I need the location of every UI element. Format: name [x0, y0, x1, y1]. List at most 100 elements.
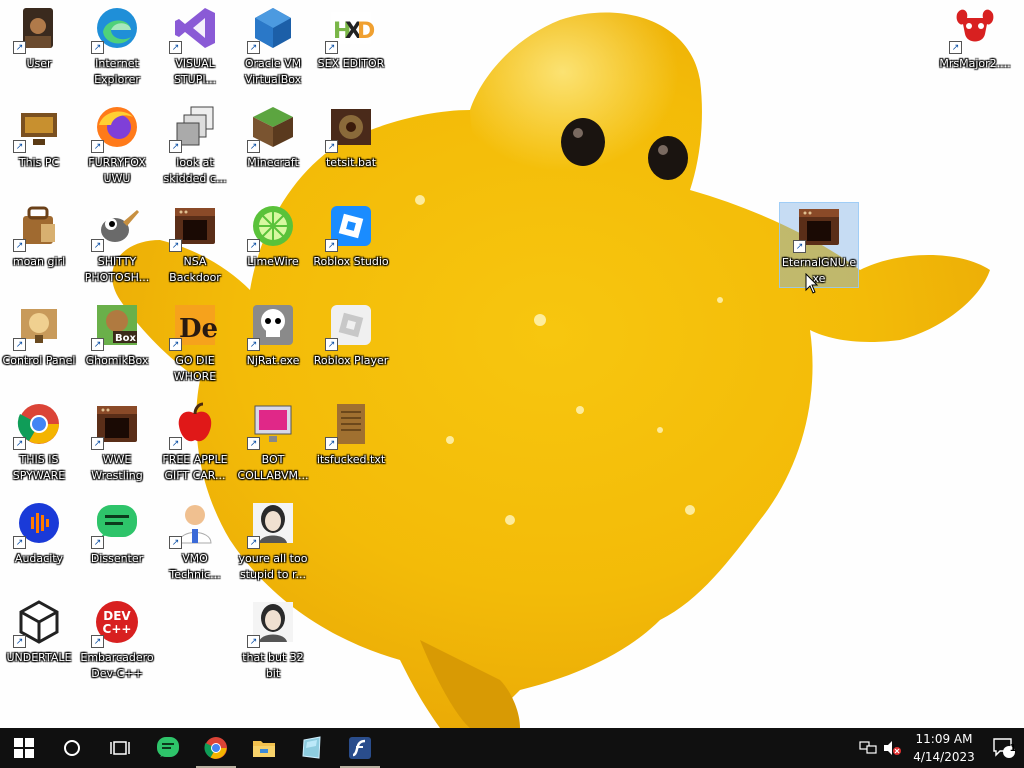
shortcut-arrow-icon: ↗ — [325, 41, 338, 54]
desktop-icon-label: Audacity — [14, 552, 64, 565]
desktop-icon[interactable]: ↗ Minecraft — [234, 103, 312, 171]
desktop-icon-label: User — [26, 57, 52, 70]
desktop-icon-label: SHITTY PHOTOSH... — [84, 255, 150, 284]
desktop-icon[interactable]: ↗ VMO Technic... — [156, 499, 234, 583]
task-view-button[interactable] — [96, 728, 144, 768]
desktop-icon[interactable]: ↗ NSA Backdoor — [156, 202, 234, 286]
desktop-icon[interactable]: ↗ FREE APPLE GIFT CAR... — [156, 400, 234, 484]
desktop-icon-label: look at skidded c... — [163, 156, 227, 185]
task-view-icon — [110, 741, 130, 755]
desktop-icon[interactable]: ↗ Dissenter — [78, 499, 156, 567]
system-tray: 11:09 AM 4/14/2023 1 — [856, 728, 1024, 768]
desktop-icon-label: MrsMajor2.... — [939, 57, 1011, 70]
desktop-icon[interactable]: ↗ UNDERTALE — [0, 598, 78, 666]
clock-date: 4/14/2023 — [913, 750, 975, 764]
gimp-icon: ↗ — [91, 202, 141, 252]
clock[interactable]: 11:09 AM 4/14/2023 — [904, 730, 984, 766]
desktop-icon-label: tetsit.bat — [325, 156, 377, 169]
user-folder-icon: ↗ — [13, 4, 63, 54]
portrait-icon: ↗ — [247, 598, 297, 648]
desktop-icon[interactable]: H X D ↗ SEX EDITOR — [312, 4, 390, 72]
desktop-icon[interactable]: ↗ Roblox Player — [312, 301, 390, 369]
taskbar-dissenter[interactable] — [144, 728, 192, 768]
audacity-icon: ↗ — [13, 499, 63, 549]
desktop-icon[interactable]: ↗ youre all too stupid to r... — [234, 499, 312, 583]
desktop-icon[interactable]: ↗ Oracle VM VirtualBox — [234, 4, 312, 88]
desktop-icon-label: youre all too stupid to r... — [238, 552, 308, 581]
shortcut-arrow-icon: ↗ — [247, 338, 260, 351]
start-button[interactable] — [0, 728, 48, 768]
desktop-icon[interactable]: ↗ moan girl — [0, 202, 78, 270]
desktop[interactable]: ↗ User ↗ Internet Explorer ↗ VISUAL STUPI... ↗… — [0, 0, 1024, 728]
desktop-icon[interactable]: ↗ Audacity — [0, 499, 78, 567]
desktop-icon-label: LimeWire — [247, 255, 299, 268]
flash-icon — [349, 737, 371, 759]
desktop-icon[interactable]: DEV C++ ↗ Embarcadero Dev-C++ — [78, 598, 156, 682]
action-center-button[interactable]: 1 — [984, 728, 1024, 768]
skull-icon: ↗ — [247, 301, 297, 351]
desktop-icon[interactable]: ↗ This PC — [0, 103, 78, 171]
desktop-icon-label: UNDERTALE — [6, 651, 72, 664]
shortcut-arrow-icon: ↗ — [91, 140, 104, 153]
shortcut-arrow-icon: ↗ — [13, 437, 26, 450]
svg-text:D: D — [357, 19, 375, 44]
desktop-icon-label: Roblox Player — [313, 354, 389, 367]
start-windows-icon — [14, 738, 34, 758]
desktop-icon[interactable]: ↗ EternalGNU.exe — [779, 202, 859, 288]
desktop-icon[interactable]: Box ↗ GhomikBox — [78, 301, 156, 369]
shortcut-arrow-icon: ↗ — [91, 536, 104, 549]
taskbar-flash[interactable] — [336, 728, 384, 768]
desktop-icon-label: Dissenter — [90, 552, 144, 565]
desktop-icon[interactable]: ↗ THIS IS SPYWARE — [0, 400, 78, 484]
desktop-icon[interactable]: ↗ BOT COLLABVM... — [234, 400, 312, 484]
taskbar-file-explorer[interactable] — [240, 728, 288, 768]
desktop-icon[interactable]: ↗ Roblox Studio — [312, 202, 390, 270]
apple-icon: ↗ — [169, 400, 219, 450]
shortcut-arrow-icon: ↗ — [169, 338, 182, 351]
desktop-icon[interactable]: ↗ WWE Wrestling — [78, 400, 156, 484]
desktop-icon[interactable]: ↗ User — [0, 4, 78, 72]
search-circle-icon — [64, 740, 80, 756]
network-button[interactable] — [856, 728, 880, 768]
program-icon: ↗ — [169, 202, 219, 252]
desktop-icon-label: BOT COLLABVM... — [237, 453, 309, 482]
text-file-icon: ↗ — [325, 400, 375, 450]
shortcut-arrow-icon: ↗ — [247, 437, 260, 450]
desktop-icon[interactable]: ↗ SHITTY PHOTOSH... — [78, 202, 156, 286]
desktop-icon[interactable]: ↗ itsfucked.txt — [312, 400, 390, 468]
desktop-icon[interactable]: ↗ that but 32 bit — [234, 598, 312, 682]
desktop-icon[interactable]: ↗ VISUAL STUPI... — [156, 4, 234, 88]
computer-icon: ↗ — [13, 103, 63, 153]
desktop-icon[interactable]: ↗ LimeWire — [234, 202, 312, 270]
shortcut-arrow-icon: ↗ — [91, 338, 104, 351]
taskbar-glass-app[interactable] — [288, 728, 336, 768]
de-icon: De ↗ — [169, 301, 219, 351]
shortcut-arrow-icon: ↗ — [247, 536, 260, 549]
taskbar-chrome[interactable] — [192, 728, 240, 768]
desktop-icon[interactable]: ↗ look at skidded c... — [156, 103, 234, 187]
shortcut-arrow-icon: ↗ — [247, 635, 260, 648]
desktop-icon-label: VMO Technic... — [169, 552, 221, 581]
desktop-icon[interactable]: ↗ tetsit.bat — [312, 103, 390, 171]
desktop-icon[interactable]: ↗ FURRYFOX UWU — [78, 103, 156, 187]
shortcut-arrow-icon: ↗ — [13, 41, 26, 54]
desktop-icon[interactable]: ↗ NjRat.exe — [234, 301, 312, 369]
desktop-icon[interactable]: De ↗ GO DIE WHORE — [156, 301, 234, 385]
shortcut-arrow-icon: ↗ — [13, 140, 26, 153]
shortcut-arrow-icon: ↗ — [325, 239, 338, 252]
volume-button[interactable] — [880, 728, 904, 768]
desktop-icon-label: Internet Explorer — [94, 57, 140, 86]
firefox-icon: ↗ — [91, 103, 141, 153]
shortcut-arrow-icon: ↗ — [325, 338, 338, 351]
notification-count: 1 — [1009, 743, 1017, 754]
desktop-icon-label: GO DIE WHORE — [173, 354, 217, 383]
unity-icon: ↗ — [13, 598, 63, 648]
visual-studio-icon: ↗ — [169, 4, 219, 54]
desktop-icon[interactable]: ↗ MrsMajor2.... — [936, 4, 1014, 72]
search-button[interactable] — [48, 728, 96, 768]
shortcut-arrow-icon: ↗ — [793, 240, 806, 253]
desktop-icon[interactable]: ↗ Internet Explorer — [78, 4, 156, 88]
clock-time: 11:09 AM — [915, 732, 973, 746]
desktop-icon[interactable]: ↗ Control Panel — [0, 301, 78, 369]
hxd-icon: H X D ↗ — [325, 4, 375, 54]
